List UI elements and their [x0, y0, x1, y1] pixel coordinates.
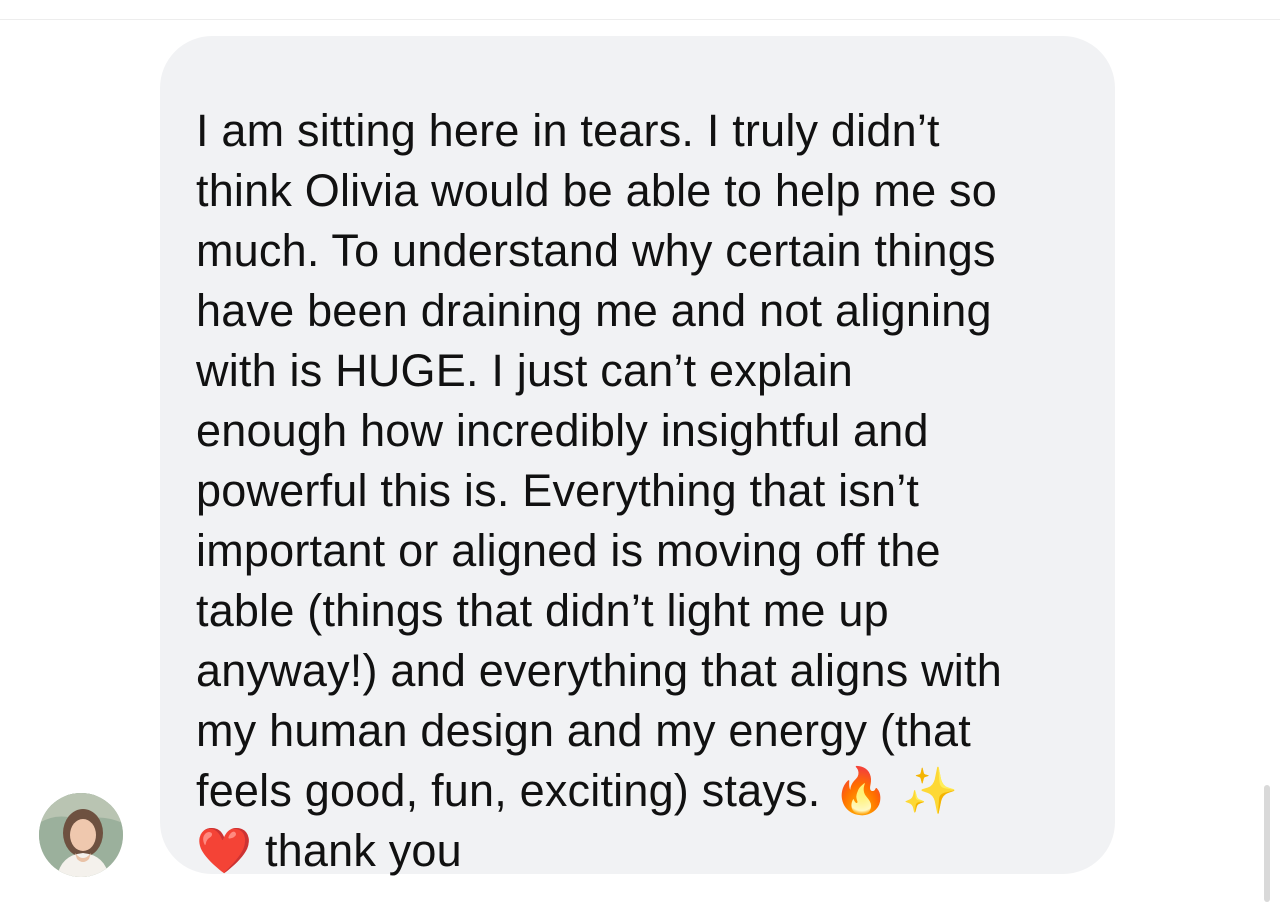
message-line-11: my human design and my energy (that [196, 705, 971, 756]
fire-emoji-icon: 🔥 [833, 765, 890, 816]
header-divider [0, 19, 1280, 20]
message-line-4: have been draining me and not aligning [196, 285, 992, 336]
message-line-10: anyway!) and everything that aligns with [196, 645, 1002, 696]
message-line-3: much. To understand why certain things [196, 225, 996, 276]
message-line-6: enough how incredibly insightful and [196, 405, 929, 456]
message-line-7: powerful this is. Everything that isn’t [196, 465, 920, 516]
heart-emoji-icon: ❤️ [196, 825, 253, 876]
message-line-2: think Olivia would be able to help me so [196, 165, 997, 216]
sparkles-emoji-icon: ✨ [902, 765, 959, 816]
message-line-5: with is HUGE. I just can’t explain [196, 345, 854, 396]
message-bubble[interactable]: I am sitting here in tears. I truly didn… [160, 36, 1115, 876]
scrollbar-thumb[interactable] [1264, 785, 1270, 902]
avatar-photo-icon [39, 793, 123, 877]
message-line-1: I am sitting here in tears. I truly didn… [196, 105, 940, 156]
message-text: I am sitting here in tears. I truly didn… [196, 101, 1095, 881]
sender-avatar[interactable] [39, 793, 123, 877]
message-line-8: important or aligned is moving off the [196, 525, 941, 576]
message-line-9: table (things that didn’t light me up [196, 585, 889, 636]
message-closing: thank you [264, 825, 462, 876]
message-line-12: feels good, fun, exciting) stays. [196, 765, 821, 816]
